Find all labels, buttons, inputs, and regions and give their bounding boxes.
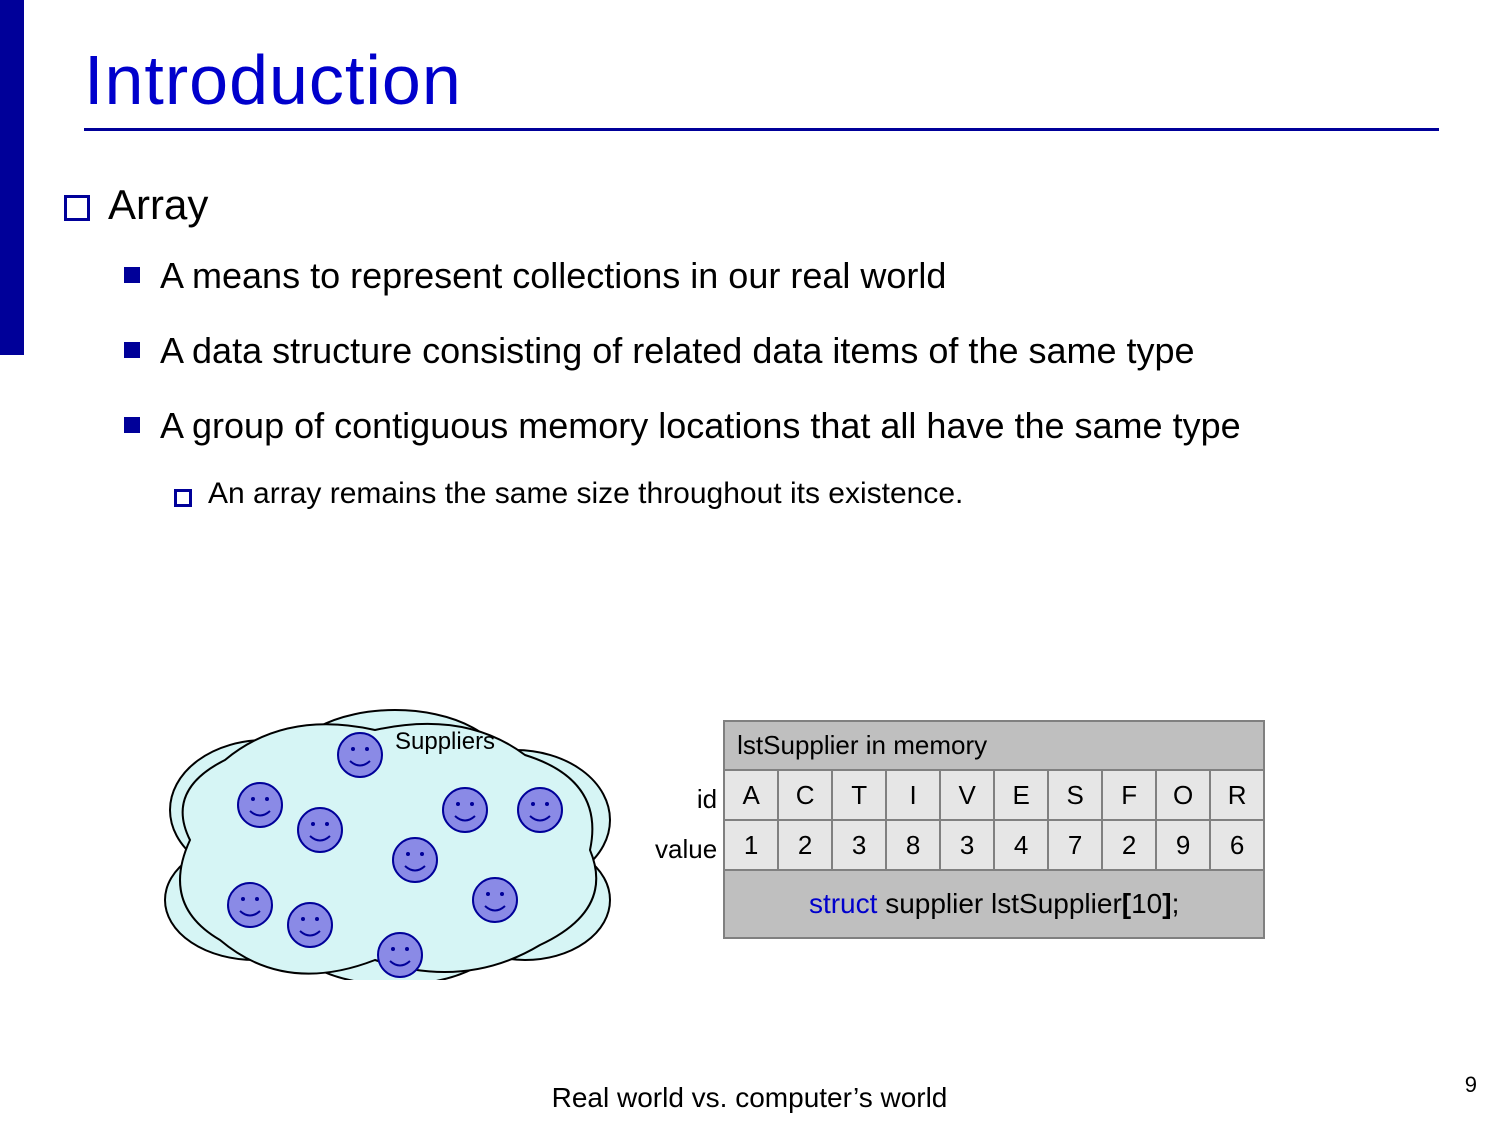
bullet-lvl3-text: An array remains the same size throughou… <box>208 477 963 511</box>
mem-cell: 3 <box>832 820 886 870</box>
mem-cell: 4 <box>994 820 1048 870</box>
memory-row-value: 1 2 3 8 3 4 7 2 9 6 <box>724 820 1264 870</box>
bullet-lvl1: Array <box>64 181 1439 229</box>
mem-cell: E <box>994 770 1048 820</box>
filled-square-bullet-icon <box>124 267 140 283</box>
cloud-svg <box>145 700 625 980</box>
mem-cell: 9 <box>1156 820 1210 870</box>
bullet-lvl2: A data structure consisting of related d… <box>124 328 1439 375</box>
memory-header: lstSupplier in memory <box>724 721 1264 770</box>
memory-row-id: A C T I V E S F O R <box>724 770 1264 820</box>
memory-declaration: struct supplier lstSupplier[10]; <box>724 870 1264 938</box>
cloud-label: Suppliers <box>395 728 495 756</box>
mem-cell: T <box>832 770 886 820</box>
bullet-lvl1-text: Array <box>108 181 208 229</box>
slide-title: Introduction <box>84 40 1439 120</box>
open-square-bullet-small-icon <box>174 489 192 507</box>
decl-semi: ; <box>1172 888 1180 919</box>
suppliers-cloud-diagram: Suppliers <box>145 700 625 980</box>
bullet-lvl2: A means to represent collections in our … <box>124 253 1439 300</box>
bullet-lvl2-text: A data structure consisting of related d… <box>160 328 1195 375</box>
mem-cell: 1 <box>724 820 778 870</box>
bullet-lvl2-text: A group of contiguous memory locations t… <box>160 403 1241 450</box>
mem-cell: S <box>1048 770 1102 820</box>
mem-cell: I <box>886 770 940 820</box>
mem-cell: 2 <box>1102 820 1156 870</box>
slide-accent-sidebar <box>0 0 24 355</box>
bullet-lvl2-text: A means to represent collections in our … <box>160 253 946 300</box>
mem-cell: 8 <box>886 820 940 870</box>
memory-table: lstSupplier in memory A C T I V E S F O … <box>723 720 1265 939</box>
mem-cell: R <box>1210 770 1264 820</box>
mem-cell: V <box>940 770 994 820</box>
mem-cell: C <box>778 770 832 820</box>
open-square-bullet-icon <box>64 195 90 221</box>
decl-lbracket: [ <box>1122 888 1131 919</box>
mem-cell: 6 <box>1210 820 1264 870</box>
mem-cell: 7 <box>1048 820 1102 870</box>
memory-table-wrap: id value lstSupplier in memory A C T I V… <box>655 720 1265 939</box>
decl-size: 10 <box>1131 888 1162 919</box>
mem-cell: A <box>724 770 778 820</box>
decl-rbracket: ] <box>1162 888 1171 919</box>
bullet-lvl3: An array remains the same size throughou… <box>174 477 1439 511</box>
decl-keyword: struct <box>809 888 877 919</box>
filled-square-bullet-icon <box>124 417 140 433</box>
page-number: 9 <box>1465 1072 1477 1098</box>
decl-mid: supplier lstSupplier <box>877 888 1121 919</box>
memory-row-labels: id value <box>655 720 717 874</box>
row-label-value: value <box>655 824 717 874</box>
title-underline <box>84 128 1439 131</box>
mem-cell: O <box>1156 770 1210 820</box>
mem-cell: 3 <box>940 820 994 870</box>
bullet-lvl2: A group of contiguous memory locations t… <box>124 403 1439 450</box>
slide-caption: Real world vs. computer’s world <box>552 1082 948 1114</box>
filled-square-bullet-icon <box>124 342 140 358</box>
mem-cell: 2 <box>778 820 832 870</box>
diagram-row: Suppliers id value lstSupplier in memory… <box>145 700 1489 980</box>
mem-cell: F <box>1102 770 1156 820</box>
row-label-id: id <box>655 774 717 824</box>
